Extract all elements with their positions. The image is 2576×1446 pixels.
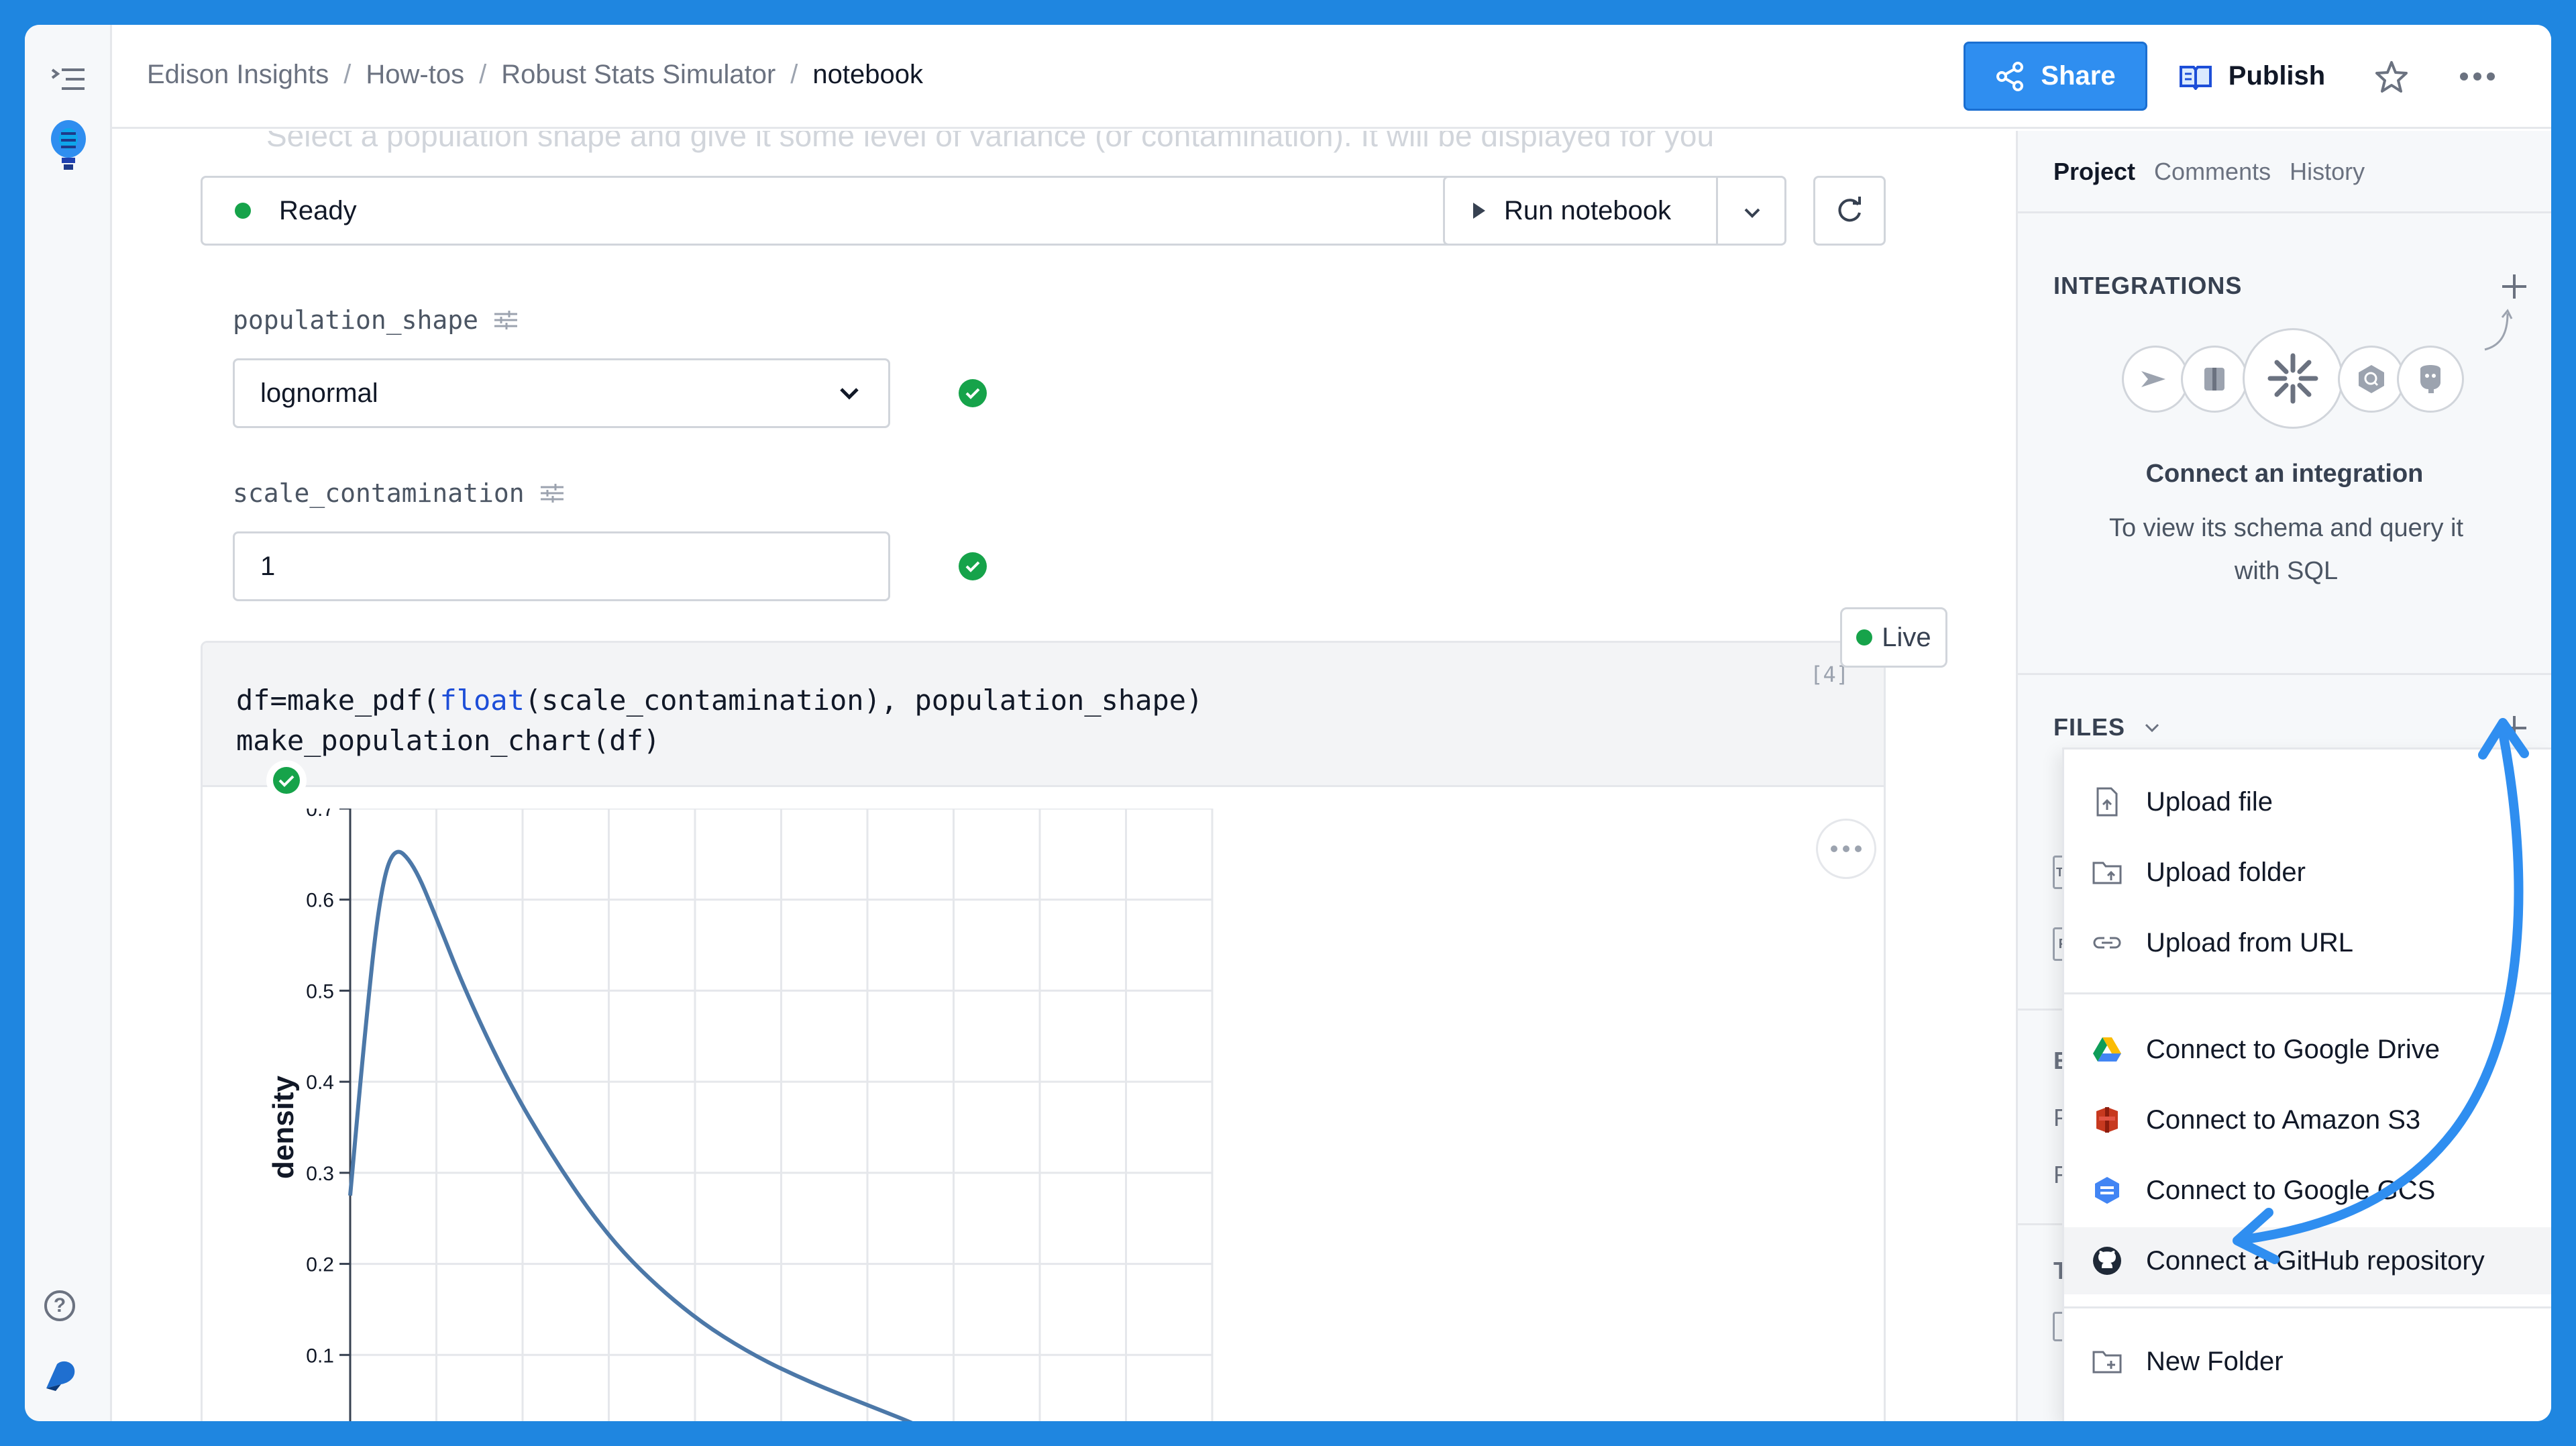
add-file-icon[interactable] [2502, 716, 2526, 740]
population-shape-select[interactable]: lognormal [233, 358, 890, 428]
menu-google-gcs[interactable]: Connect to Google GCS [2064, 1157, 2551, 1224]
breadcrumb: Edison Insights / How-tos / Robust Stats Sim… [147, 60, 924, 89]
input-value: 1 [260, 551, 276, 581]
folder-upload-icon [2091, 856, 2123, 888]
github-icon [2091, 1245, 2123, 1277]
check-icon [959, 552, 987, 580]
menu-google-drive[interactable]: Connect to Google Drive [2064, 1016, 2551, 1083]
top-bar: Edison Insights / How-tos / Robust Stats Sim… [112, 25, 2551, 129]
select-value: lognormal [260, 378, 378, 408]
live-dot-icon [1856, 629, 1873, 645]
breadcrumb-project[interactable]: Robust Stats Simulator [501, 60, 775, 89]
y-tick-label: 0.1 [306, 1345, 334, 1367]
refresh-button[interactable] [1813, 176, 1886, 246]
bigquery-icon[interactable] [2338, 346, 2405, 413]
menu-upload-folder[interactable]: Upload folder [2064, 839, 2551, 906]
postgres-icon[interactable] [2397, 346, 2464, 413]
files-add-menu: Upload file Upload folder Upload from UR… [2062, 747, 2551, 1421]
star-icon[interactable] [2373, 58, 2410, 96]
kernel-status: Ready [201, 176, 1503, 246]
param-name: scale_contamination [233, 478, 525, 508]
help-icon[interactable]: ? [44, 1290, 75, 1321]
status-text: Ready [279, 195, 357, 225]
file-upload-icon [2091, 786, 2123, 818]
breadcrumb-folder[interactable]: How-tos [366, 60, 464, 89]
menu-upload-file[interactable]: Upload file [2064, 768, 2551, 835]
integrations-title: INTEGRATIONS [2053, 272, 2243, 299]
breadcrumb-workspace[interactable]: Edison Insights [147, 60, 329, 89]
app-logo-icon[interactable] [49, 119, 88, 172]
check-icon [959, 379, 987, 407]
y-tick-label: 0.2 [306, 1254, 334, 1276]
book-open-icon [2179, 65, 2212, 90]
y-tick-label: 0.5 [306, 980, 334, 1002]
tab-comments[interactable]: Comments [2154, 158, 2271, 186]
code-editor[interactable]: df=make_pdf(float(scale_contamination), … [203, 643, 1884, 787]
param-label-population-shape: population_shape [233, 305, 519, 335]
link-icon [2091, 927, 2123, 959]
menu-upload-url[interactable]: Upload from URL [2064, 909, 2551, 976]
param-name: population_shape [233, 305, 479, 335]
y-tick-label: 0.4 [306, 1072, 334, 1094]
menu-github-repository[interactable]: Connect a GitHub repository [2064, 1227, 2551, 1294]
play-icon [1473, 203, 1485, 219]
breadcrumb-current: notebook [812, 60, 924, 89]
left-rail: ? [25, 25, 112, 1421]
menu-amazon-s3[interactable]: Connect to Amazon S3 [2064, 1086, 2551, 1153]
chevron-down-icon [2145, 723, 2159, 733]
y-tick-label: 0.6 [306, 890, 334, 912]
amazon-s3-icon [2091, 1104, 2123, 1136]
notebook-area: Select a population shape and give it so… [112, 131, 2016, 1421]
refresh-icon [1838, 197, 1861, 222]
app-window: ? Edison Insights / How-tos / Robust Stats S… [25, 25, 2551, 1421]
sidebar-toggle-icon[interactable] [51, 66, 86, 93]
chevron-down-icon[interactable] [1740, 201, 1764, 225]
new-folder-icon [2091, 1345, 2123, 1378]
more-options-icon[interactable] [2460, 66, 2500, 87]
add-integration-icon[interactable] [2502, 274, 2526, 299]
share-icon [1996, 61, 2024, 91]
cell-success-icon [266, 760, 307, 801]
density-line [348, 849, 913, 1421]
y-tick-label: 0.7 [306, 809, 334, 821]
density-chart: 0.1 0.2 0.3 0.4 0.5 0.6 0.7 density [267, 809, 1214, 1421]
y-tick-label: 0.3 [306, 1163, 334, 1185]
run-notebook-button[interactable]: Run notebook [1443, 176, 1786, 246]
status-dot-icon [235, 203, 251, 219]
tab-history[interactable]: History [2290, 158, 2365, 186]
y-axis-label: density [267, 1075, 300, 1179]
brand-mark-icon[interactable] [42, 1359, 80, 1392]
panel-tabs: Project Comments History [2053, 158, 2365, 186]
google-drive-icon [2091, 1033, 2123, 1066]
share-button[interactable]: Share [1964, 42, 2147, 111]
tab-project[interactable]: Project [2053, 158, 2135, 186]
curved-arrow-icon [2484, 309, 2513, 351]
publish-label: Publish [2228, 61, 2326, 91]
param-label-scale-contamination: scale_contamination [233, 478, 565, 508]
redshift-icon[interactable] [2181, 346, 2248, 413]
publish-button[interactable]: Publish [2165, 42, 2339, 111]
scale-contamination-input[interactable]: 1 [233, 531, 890, 601]
connect-integration-description: To view its schema and query it with SQL [2108, 514, 2463, 585]
chevron-down-icon [840, 388, 859, 400]
connect-integration-title: Connect an integration [2145, 460, 2424, 488]
run-notebook-label: Run notebook [1504, 195, 1672, 225]
live-label: Live [1882, 622, 1931, 652]
share-label: Share [2041, 61, 2116, 91]
markdown-text: Select a population shape and give it so… [266, 131, 1715, 153]
live-badge[interactable]: Live [1840, 607, 1947, 668]
files-title[interactable]: FILES [2053, 713, 2162, 741]
segment-icon[interactable] [2122, 346, 2189, 413]
settings-sliders-icon[interactable] [493, 310, 519, 330]
google-gcs-icon [2091, 1174, 2123, 1206]
menu-new-folder[interactable]: New Folder [2064, 1328, 2551, 1395]
settings-sliders-icon[interactable] [539, 483, 565, 503]
snowflake-icon[interactable] [2243, 328, 2343, 429]
cell-more-options-icon[interactable] [1816, 819, 1876, 879]
